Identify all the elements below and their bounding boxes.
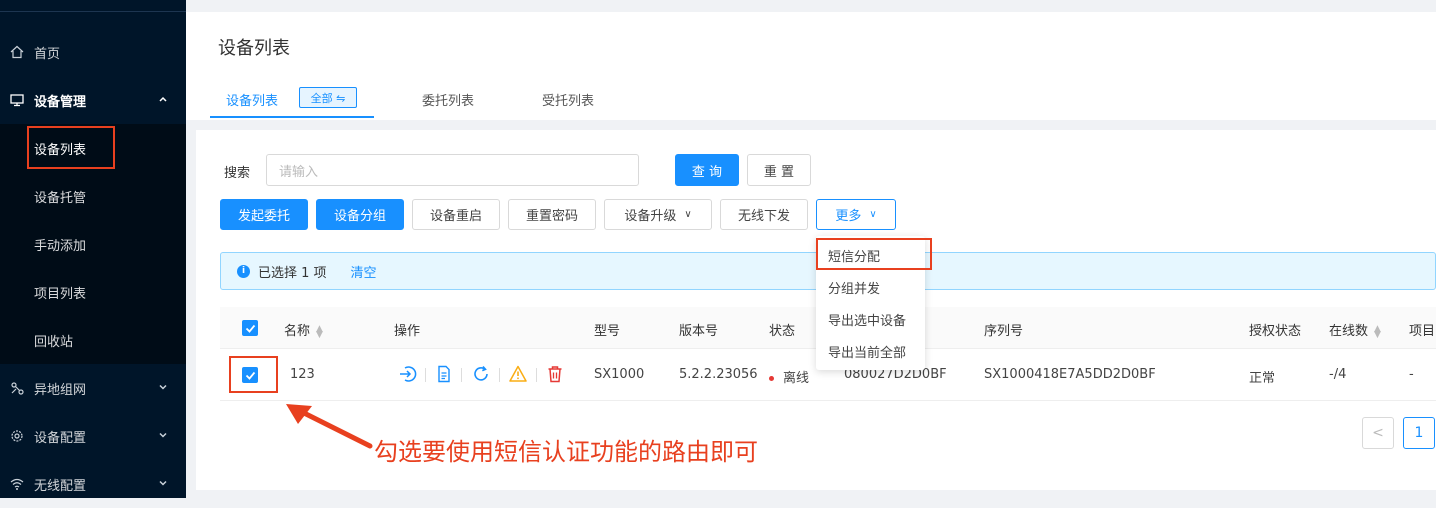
tab-filter-badge[interactable]: 全部 ⇋ [299, 87, 357, 108]
column-header-online[interactable]: 在线数 ▲ ▼ [1329, 320, 1381, 339]
device-upgrade-dropdown[interactable]: 设备升级 ∨ [604, 199, 712, 230]
menu-item-group-concurrent[interactable]: 分组并发 [828, 278, 880, 297]
monitor-icon [10, 93, 24, 107]
wireless-push-button[interactable]: 无线下发 [720, 199, 808, 230]
start-delegate-button[interactable]: 发起委托 [220, 199, 308, 230]
sidebar-item-device-config[interactable]: 设备配置 [0, 412, 186, 460]
sidebar-item-label: 首页 [34, 46, 61, 62]
column-header-version: 版本号 [679, 324, 719, 339]
chevron-down-icon: ∨ [684, 209, 692, 220]
tab-active-underline [210, 116, 374, 118]
chevron-down-icon [159, 384, 167, 390]
pagination-page-1[interactable]: 1 [1403, 417, 1435, 449]
sidebar-subitem-manual-add[interactable]: 手动添加 [0, 220, 186, 268]
home-icon [10, 45, 24, 59]
delete-icon[interactable] [545, 363, 565, 385]
sidebar: 首页 设备管理 设备列表 设备托管 手动添加 项目列表 回收站 异地组网 设备配… [0, 0, 186, 498]
annotation-text: 勾选要使用短信认证功能的路由即可 [374, 438, 758, 466]
sidebar-item-home[interactable]: 首页 [0, 28, 186, 76]
chevron-up-icon [159, 96, 167, 102]
column-header-label: 名称 [284, 324, 311, 339]
cell-name: 123 [290, 367, 315, 382]
op-separator [536, 368, 537, 382]
reset-button[interactable]: 重 置 [747, 154, 811, 186]
search-label: 搜索 [224, 166, 251, 181]
sort-icon: ▲ ▼ [1374, 323, 1381, 340]
document-icon[interactable] [434, 363, 454, 385]
highlight-box-device-list [27, 126, 115, 169]
column-header-ops: 操作 [394, 324, 421, 339]
chevron-down-icon [159, 432, 167, 438]
column-header-name[interactable]: 名称 ▲ ▼ [284, 320, 323, 339]
info-icon: i [237, 264, 250, 278]
cell-version: 5.2.2.23056 [679, 367, 758, 382]
sidebar-item-wireless-config[interactable]: 无线配置 [0, 460, 186, 508]
gear-icon [10, 429, 24, 443]
menu-item-export-all[interactable]: 导出当前全部 [828, 342, 906, 361]
offline-status-dot [769, 376, 774, 381]
highlight-box-sms-allocation [816, 238, 932, 270]
sidebar-subitem-recycle-bin[interactable]: 回收站 [0, 316, 186, 364]
sidebar-subitem-device-hosting[interactable]: 设备托管 [0, 172, 186, 220]
main-top-strip [186, 0, 1436, 12]
tab-device-list[interactable]: 设备列表 [226, 90, 278, 109]
sidebar-top [0, 0, 186, 12]
sidebar-item-device-management[interactable]: 设备管理 [0, 76, 186, 124]
column-header-model: 型号 [594, 324, 621, 339]
op-separator [461, 368, 462, 382]
wifi-icon [10, 477, 24, 491]
search-input[interactable]: 请输入 [266, 154, 639, 186]
cell-serial: SX1000418E7A5DD2D0BF [984, 367, 1156, 382]
page-title: 设备列表 [218, 38, 290, 59]
op-separator [499, 368, 500, 382]
column-header-license: 授权状态 [1249, 324, 1302, 339]
cell-license: 正常 [1249, 371, 1276, 386]
more-label: 更多 [835, 209, 862, 224]
sidebar-item-remote-network[interactable]: 异地组网 [0, 364, 186, 412]
column-header-status: 状态 [769, 324, 796, 339]
more-dropdown[interactable]: 更多 ∨ [816, 199, 896, 230]
cell-status: 离线 [769, 367, 809, 386]
sidebar-item-label: 设备配置 [34, 430, 87, 446]
device-group-button[interactable]: 设备分组 [316, 199, 404, 230]
tab-received-list[interactable]: 受托列表 [542, 90, 594, 109]
device-upgrade-label: 设备升级 [624, 209, 677, 224]
menu-item-export-selected[interactable]: 导出选中设备 [828, 310, 906, 329]
network-icon [10, 381, 24, 395]
highlight-box-row-checkbox [229, 356, 278, 393]
sidebar-item-label: 异地组网 [34, 382, 87, 398]
sidebar-subitem-label: 项目列表 [34, 286, 87, 302]
select-all-checkbox[interactable] [242, 320, 258, 336]
cell-model: SX1000 [594, 367, 645, 382]
clear-selection-link[interactable]: 清空 [351, 262, 377, 281]
device-restart-button[interactable]: 设备重启 [412, 199, 500, 230]
cell-project: - [1409, 367, 1414, 382]
chevron-down-icon [159, 480, 167, 486]
login-icon[interactable] [398, 363, 418, 385]
selected-count-text: 已选择 1 项 [258, 265, 327, 281]
sidebar-subitem-label: 设备托管 [34, 190, 87, 206]
column-header-project: 项目 [1409, 324, 1436, 339]
column-header-label: 在线数 [1329, 324, 1369, 339]
sidebar-subitem-project-list[interactable]: 项目列表 [0, 268, 186, 316]
sidebar-item-label: 无线配置 [34, 478, 87, 494]
chevron-down-icon: ∨ [869, 209, 877, 220]
sidebar-item-label: 设备管理 [34, 94, 87, 110]
tab-delegated-list[interactable]: 委托列表 [422, 90, 474, 109]
op-separator [425, 368, 426, 382]
sidebar-subitem-label: 回收站 [34, 334, 74, 350]
status-text: 离线 [783, 371, 810, 386]
pagination-prev-button[interactable]: < [1362, 417, 1394, 449]
annotation-arrow-icon [286, 404, 373, 449]
sidebar-subitem-label: 手动添加 [34, 238, 87, 254]
header-card: 设备列表 设备列表 全部 ⇋ 委托列表 受托列表 [186, 12, 1436, 120]
column-header-serial: 序列号 [984, 324, 1024, 339]
warning-icon[interactable] [508, 363, 528, 385]
query-button[interactable]: 查 询 [675, 154, 739, 186]
sort-icon: ▲ ▼ [316, 323, 323, 340]
cell-online: -/4 [1329, 367, 1347, 382]
reset-password-button[interactable]: 重置密码 [508, 199, 596, 230]
refresh-icon[interactable] [471, 363, 491, 385]
